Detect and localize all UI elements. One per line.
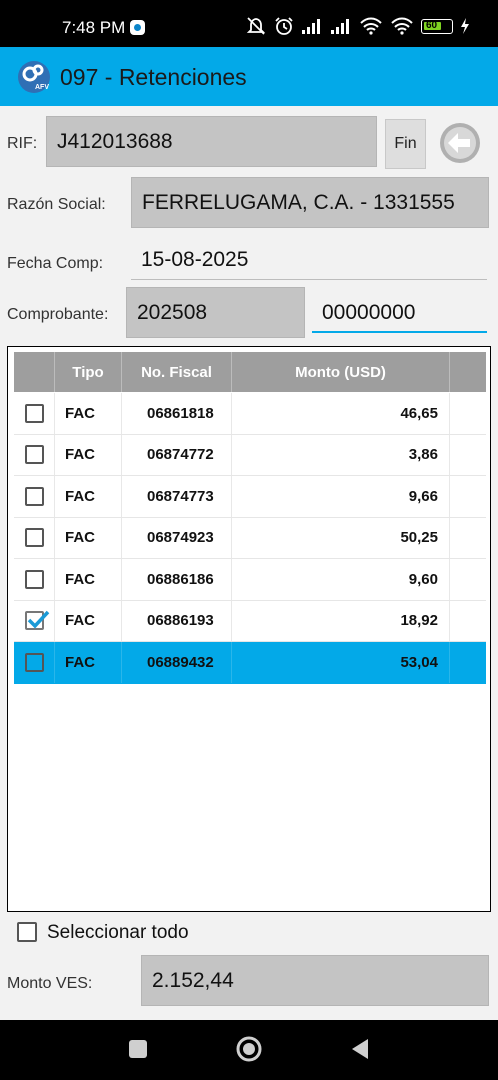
alarm-icon — [275, 17, 293, 35]
monto-ves-field: 2.152,44 — [141, 955, 489, 1006]
battery-level: 60 — [426, 19, 438, 31]
row-select-cell[interactable] — [14, 476, 55, 517]
home-circle-icon[interactable] — [236, 1036, 262, 1062]
row-checkbox[interactable] — [24, 403, 44, 423]
rif-field[interactable]: J412013688 — [46, 116, 377, 167]
row-extra — [450, 559, 486, 600]
table-row[interactable]: FAC 06874773 9,66 — [14, 476, 486, 518]
app-bar: AFV 097 - Retenciones — [0, 47, 498, 106]
status-bar: 7:48 PM 60 — [0, 0, 498, 47]
rif-label: RIF: — [7, 135, 38, 152]
row-no-fiscal: 06886193 — [122, 600, 232, 641]
row-extra — [450, 435, 486, 476]
header-monto: Monto (USD) — [232, 352, 450, 392]
battery-icon: 60 — [421, 18, 453, 34]
row-monto: 9,66 — [232, 476, 450, 517]
row-checkbox[interactable] — [24, 611, 49, 631]
row-monto: 18,92 — [232, 600, 450, 641]
row-no-fiscal: 06861818 — [122, 393, 232, 434]
row-checkbox[interactable] — [24, 445, 44, 465]
table-row[interactable]: FAC 06861818 46,65 — [14, 393, 486, 435]
mute-icon — [246, 17, 266, 35]
row-extra — [450, 476, 486, 517]
row-select-cell[interactable] — [14, 600, 55, 641]
table-row[interactable]: FAC 06889432 53,04 — [14, 642, 486, 684]
row-extra — [450, 642, 486, 683]
fecha-comp-label: Fecha Comp: — [7, 255, 104, 272]
row-select-cell[interactable] — [14, 642, 55, 683]
row-monto: 3,86 — [232, 434, 450, 475]
row-no-fiscal: 06886186 — [122, 559, 232, 600]
row-tipo: FAC — [55, 517, 122, 558]
status-time: 7:48 PM — [62, 18, 126, 37]
row-checkbox[interactable] — [24, 652, 44, 672]
row-no-fiscal: 06874772 — [122, 434, 232, 475]
app-logo-icon: AFV — [18, 61, 50, 93]
back-arrow-icon[interactable] — [439, 122, 481, 164]
signal-icon — [302, 19, 320, 34]
wifi-icon — [360, 17, 382, 35]
header-no-fiscal: No. Fiscal — [122, 352, 232, 392]
logo-text: AFV — [35, 84, 49, 91]
recents-square-icon[interactable] — [129, 1040, 147, 1058]
table-row[interactable]: FAC 06886186 9,60 — [14, 559, 486, 601]
table-row[interactable]: FAC 06874772 3,86 — [14, 434, 486, 476]
select-all-label[interactable]: Seleccionar todo — [47, 922, 189, 944]
status-icons: 60 — [245, 14, 470, 38]
fecha-comp-field[interactable]: 15-08-2025 — [131, 240, 487, 280]
table-body: FAC 06861818 46,65 FAC 06874772 3,86 FAC 068747… — [14, 393, 486, 684]
row-tipo: FAC — [55, 559, 122, 600]
row-no-fiscal: 06874773 — [122, 476, 232, 517]
row-select-cell[interactable] — [14, 559, 55, 600]
table-row[interactable]: FAC 06874923 50,25 — [14, 517, 486, 559]
row-checkbox[interactable] — [24, 528, 44, 548]
razon-social-field[interactable]: FERRELUGAMA, C.A. - 1331555 — [131, 177, 489, 228]
row-no-fiscal: 06889432 — [122, 642, 232, 683]
row-monto: 53,04 — [232, 642, 450, 683]
row-no-fiscal: 06874923 — [122, 517, 232, 558]
header-select — [14, 352, 55, 392]
row-monto: 50,25 — [232, 517, 450, 558]
row-monto: 9,60 — [232, 559, 450, 600]
app-notification-icon — [130, 20, 145, 35]
row-extra — [450, 601, 486, 642]
row-select-cell[interactable] — [14, 434, 55, 475]
row-tipo: FAC — [55, 434, 122, 475]
row-select-cell[interactable] — [14, 393, 55, 434]
header-tipo: Tipo — [55, 352, 122, 392]
signal-icon — [331, 19, 349, 34]
row-tipo: FAC — [55, 600, 122, 641]
checkmark-icon — [27, 611, 49, 629]
charging-icon — [461, 18, 469, 34]
comprobante-field-2[interactable]: 00000000 — [312, 294, 487, 333]
row-monto: 46,65 — [232, 393, 450, 434]
table-header: Tipo No. Fiscal Monto (USD) — [14, 352, 486, 392]
row-checkbox[interactable] — [24, 569, 44, 589]
row-tipo: FAC — [55, 642, 122, 683]
wifi-icon — [391, 17, 413, 35]
monto-ves-label: Monto VES: — [7, 975, 93, 992]
back-triangle-icon[interactable] — [350, 1038, 370, 1060]
header-extra — [450, 352, 486, 392]
row-checkbox[interactable] — [24, 486, 44, 506]
razon-social-label: Razón Social: — [7, 196, 106, 213]
row-tipo: FAC — [55, 476, 122, 517]
row-select-cell[interactable] — [14, 517, 55, 558]
row-extra — [450, 518, 486, 559]
row-tipo: FAC — [55, 393, 122, 434]
fin-button[interactable]: Fin — [385, 119, 426, 169]
comprobante-field-1[interactable]: 202508 — [126, 287, 305, 338]
row-extra — [450, 393, 486, 434]
page-title: 097 - Retenciones — [60, 64, 247, 90]
table-row[interactable]: FAC 06886193 18,92 — [14, 600, 486, 642]
comprobante-label: Comprobante: — [7, 306, 109, 323]
invoice-table[interactable]: Tipo No. Fiscal Monto (USD) FAC 06861818 4… — [7, 346, 491, 912]
select-all-checkbox[interactable] — [17, 922, 37, 942]
